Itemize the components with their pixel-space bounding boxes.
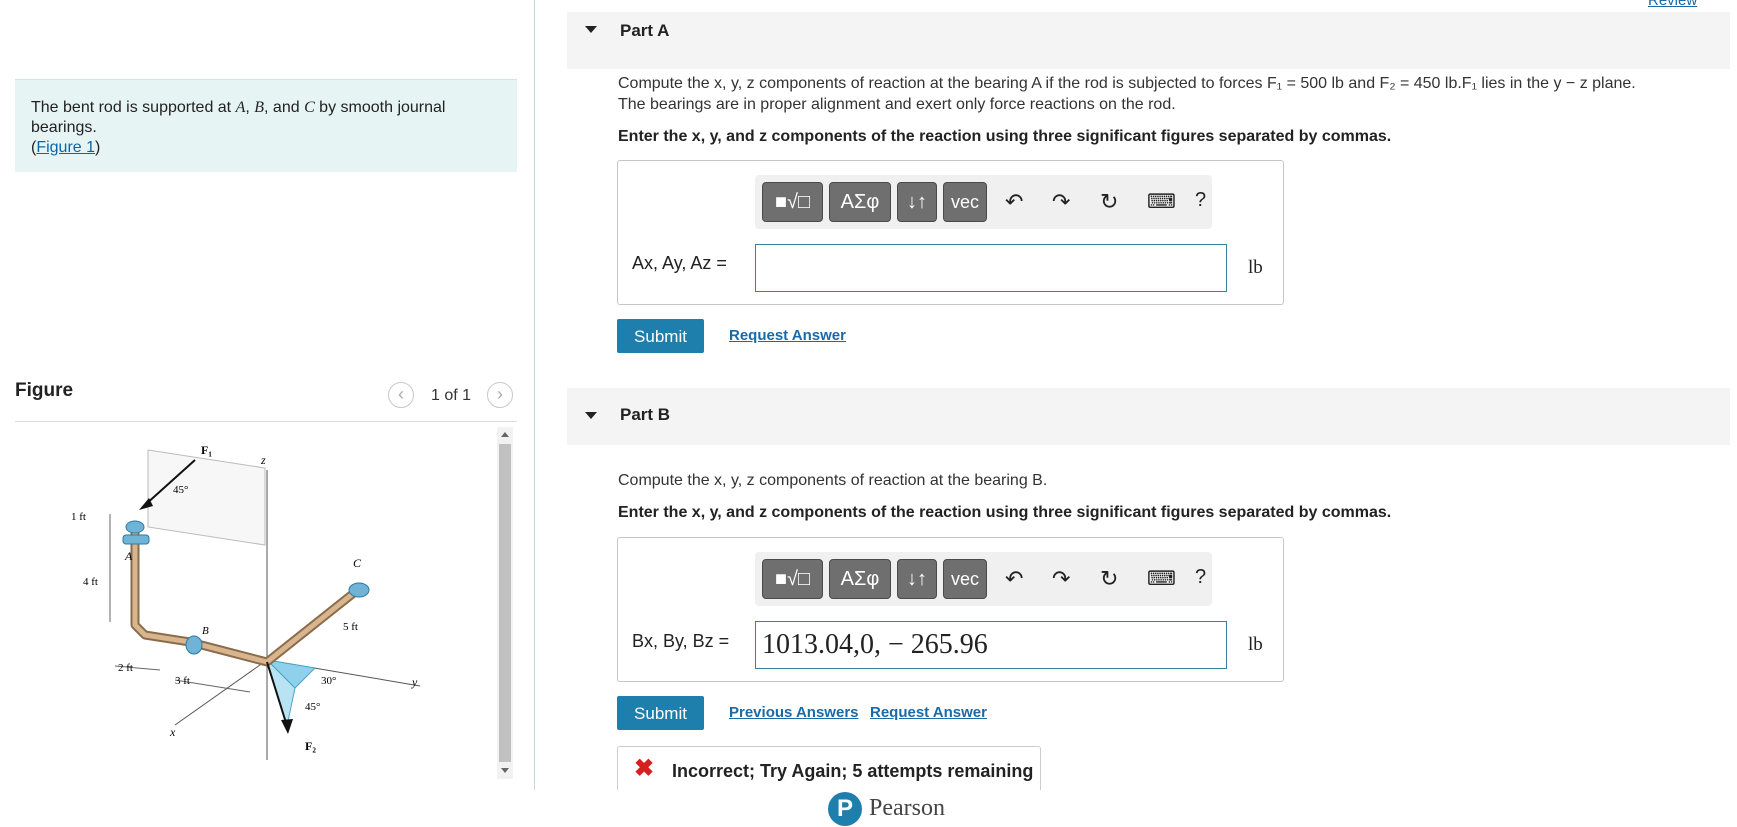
pearson-wordmark: Pearson xyxy=(869,795,945,821)
figure-pager: 1 of 1 xyxy=(431,387,472,404)
templates-icon: ■√□ xyxy=(774,568,811,590)
dimension-label: 5 ft xyxy=(343,621,358,633)
chevron-left-icon: ‹ xyxy=(398,384,404,404)
part-a-submit-button[interactable]: Submit xyxy=(617,319,704,353)
undo-icon[interactable]: ↶ xyxy=(1005,566,1023,592)
figure-link[interactable]: Figure 1 xyxy=(36,139,95,156)
part-a-unit: lb xyxy=(1248,257,1263,278)
previous-figure-button[interactable]: ‹ xyxy=(388,382,414,408)
part-b-submit-button[interactable]: Submit xyxy=(617,696,704,730)
figure-image: F₁ z 45° 1 ft A 4 ft C B 5 ft 2 ft 3 ft … xyxy=(15,430,495,780)
figure-title: Figure xyxy=(15,380,74,401)
math-toolbar: ■√□ ΑΣφ ↓↑ vec ↶ ↷ ↻ ⌨ ? xyxy=(755,552,1212,606)
c-label: C xyxy=(353,556,362,570)
dimension-label: 4 ft xyxy=(83,576,98,588)
templates-button[interactable]: ■√□ xyxy=(762,182,823,222)
feedback-text: Incorrect; Try Again; 5 attempts remaini… xyxy=(672,761,1034,781)
help-button[interactable]: ? xyxy=(1195,189,1206,212)
feedback-message: ✖ Incorrect; Try Again; 5 attempts remai… xyxy=(617,746,1041,790)
problem-statement: The bent rod is supported at A, B, and C… xyxy=(15,79,517,172)
help-button[interactable]: ? xyxy=(1195,566,1206,589)
next-figure-button[interactable]: › xyxy=(487,382,513,408)
part-a-instruction: Enter the x, y, and z components of the … xyxy=(618,128,1392,145)
part-a-answer-input[interactable] xyxy=(755,244,1227,292)
arrows-button[interactable]: ↓↑ xyxy=(897,182,937,222)
angle-label: 45° xyxy=(305,701,320,713)
scroll-up-icon[interactable] xyxy=(501,432,509,437)
part-b-unit: lb xyxy=(1248,634,1263,655)
undo-icon[interactable]: ↶ xyxy=(1005,189,1023,215)
part-b-answer-label: Bx, By, Bz = xyxy=(632,631,730,651)
pearson-logo: P Pearson xyxy=(828,790,1128,827)
keyboard-icon[interactable]: ⌨ xyxy=(1147,566,1176,591)
part-a-answer-label: Ax, Ay, Az = xyxy=(632,253,727,273)
redo-icon[interactable]: ↷ xyxy=(1052,566,1070,592)
part-b-question: Compute the x, y, z components of reacti… xyxy=(618,472,1048,489)
part-a-request-answer-link[interactable]: Request Answer xyxy=(729,327,846,344)
greek-button[interactable]: ΑΣφ xyxy=(829,559,891,599)
z-axis-label: z xyxy=(260,453,266,467)
angle-label: 45° xyxy=(173,484,188,496)
f2-label: F₂ xyxy=(305,739,316,753)
bent-rod-diagram: F₁ z 45° 1 ft A 4 ft C B 5 ft 2 ft 3 ft … xyxy=(71,443,421,760)
math-toolbar: ■√□ ΑΣφ ↓↑ vec ↶ ↷ ↻ ⌨ ? xyxy=(755,175,1212,229)
dimension-label: 2 ft xyxy=(118,662,133,674)
vector-button[interactable]: vec xyxy=(943,182,987,222)
part-a-header[interactable]: Part A xyxy=(567,12,1730,69)
part-b-title: Part B xyxy=(620,405,671,424)
part-b-instruction: Enter the x, y, and z components of the … xyxy=(618,504,1392,521)
part-a-title: Part A xyxy=(620,21,670,40)
templates-icon: ■√□ xyxy=(774,191,811,213)
figure-scrollbar[interactable] xyxy=(497,427,513,779)
previous-answers-link[interactable]: Previous Answers xyxy=(729,704,859,721)
error-icon: ✖ xyxy=(634,755,655,782)
review-link[interactable]: Review xyxy=(1648,0,1697,9)
dimension-label: 1 ft xyxy=(71,511,86,523)
left-panel: The bent rod is supported at A, B, and C… xyxy=(0,0,535,790)
part-a-question: Compute the x, y, z components of reacti… xyxy=(618,75,1636,113)
collapse-icon[interactable] xyxy=(585,26,597,33)
vector-button[interactable]: vec xyxy=(943,559,987,599)
reset-icon[interactable]: ↻ xyxy=(1100,189,1118,215)
f1-label: F₁ xyxy=(201,443,212,457)
column-divider xyxy=(534,0,535,790)
a-label: A xyxy=(124,549,133,563)
redo-icon[interactable]: ↷ xyxy=(1052,189,1070,215)
templates-button[interactable]: ■√□ xyxy=(762,559,823,599)
reset-icon[interactable]: ↻ xyxy=(1100,566,1118,592)
part-b-header[interactable]: Part B xyxy=(567,388,1730,445)
y-axis-label: y xyxy=(411,675,418,689)
angle-label: 30° xyxy=(321,675,336,687)
pearson-p-icon: P xyxy=(828,792,862,826)
part-b-answer-input[interactable]: 1013.04,0, − 265.96 xyxy=(755,621,1227,669)
b-label: B xyxy=(202,625,209,637)
part-a-answer-box: ■√□ ΑΣφ ↓↑ vec ↶ ↷ ↻ ⌨ ? Ax, Ay, Az = lb xyxy=(617,160,1284,305)
chevron-right-icon: › xyxy=(497,384,503,404)
divider xyxy=(15,421,517,422)
part-b-request-answer-link[interactable]: Request Answer xyxy=(870,704,987,721)
arrows-button[interactable]: ↓↑ xyxy=(897,559,937,599)
part-b-answer-box: ■√□ ΑΣφ ↓↑ vec ↶ ↷ ↻ ⌨ ? Bx, By, Bz = 10… xyxy=(617,537,1284,682)
scroll-down-icon[interactable] xyxy=(501,768,509,773)
dimension-label: 3 ft xyxy=(175,675,190,687)
x-axis-label: x xyxy=(169,725,176,739)
greek-button[interactable]: ΑΣφ xyxy=(829,182,891,222)
keyboard-icon[interactable]: ⌨ xyxy=(1147,189,1176,214)
collapse-icon[interactable] xyxy=(585,412,597,419)
scroll-thumb[interactable] xyxy=(499,444,511,762)
